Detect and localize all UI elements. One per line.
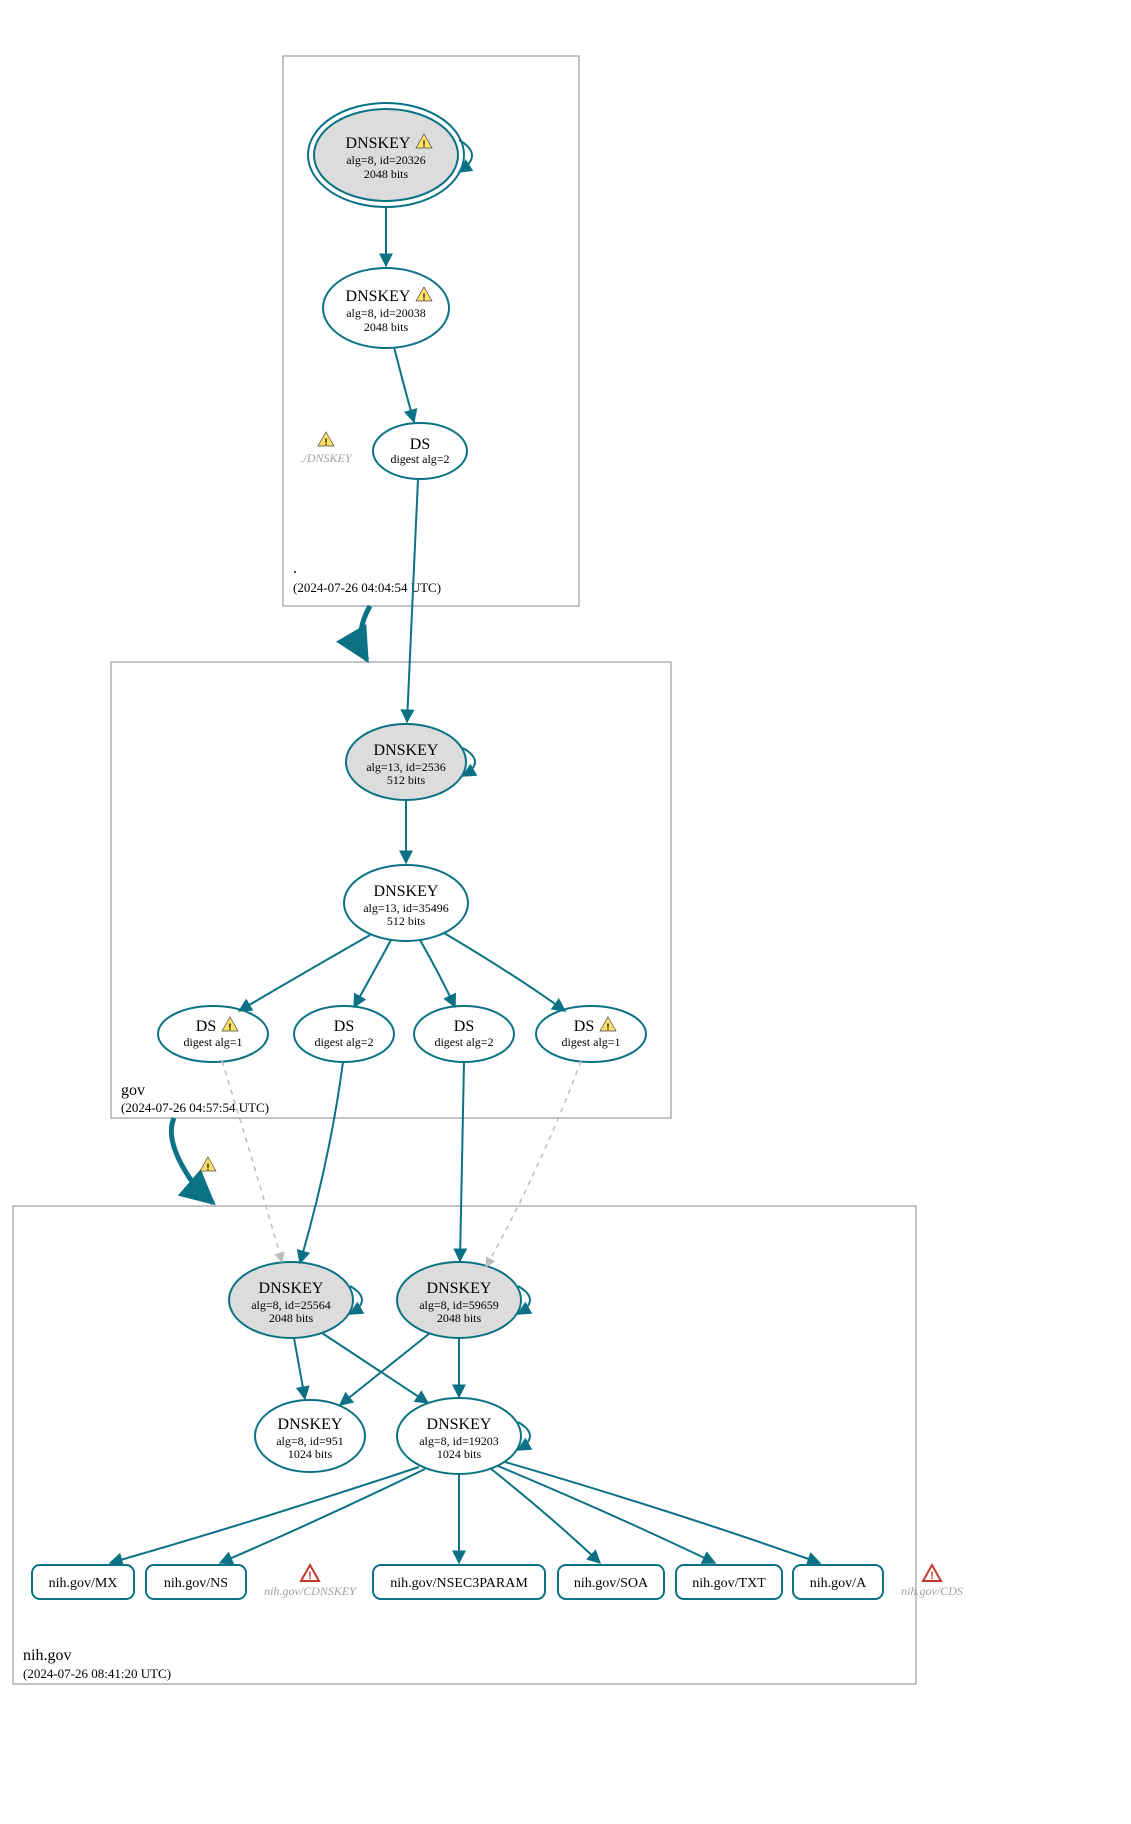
svg-text:DNSKEY: DNSKEY (259, 1280, 324, 1297)
svg-text:DS: DS (454, 1018, 474, 1035)
deleg-edge-root-gov (361, 606, 370, 660)
zone-ts-root: (2024-07-26 04:04:54 UTC) (293, 580, 441, 595)
node-gov-ds3[interactable]: DS digest alg=2 (414, 1006, 514, 1062)
edge-gov-zsk-ds2 (354, 940, 391, 1007)
svg-text:nih.gov/A: nih.gov/A (810, 1576, 867, 1591)
svg-text:1024 bits: 1024 bits (288, 1447, 333, 1461)
node-nih-zsk1[interactable]: DNSKEY alg=8, id=951 1024 bits (255, 1400, 365, 1472)
edge-nih-zsk2-soa (490, 1468, 600, 1563)
svg-text:DNSKEY: DNSKEY (427, 1416, 492, 1433)
svg-text:./DNSKEY: ./DNSKEY (300, 451, 352, 465)
edge-gov-ds4-nih-ksk2 (486, 1061, 581, 1267)
svg-text:nih.gov/MX: nih.gov/MX (49, 1576, 118, 1591)
svg-text:512 bits: 512 bits (387, 914, 426, 928)
edge-gov-zsk-ds4 (444, 933, 565, 1011)
svg-text:DS: DS (334, 1018, 354, 1035)
edge-nih-ksk2-zsk1 (340, 1333, 430, 1405)
node-gov-ds1[interactable]: DS digest alg=1 (158, 1006, 268, 1062)
edge-nih-ksk1-zsk2 (322, 1333, 428, 1403)
edge-root-ds-gov-ksk (407, 479, 418, 722)
svg-text:DNSKEY: DNSKEY (374, 742, 439, 759)
zone-name-root: . (293, 560, 297, 577)
svg-text:nih.gov/CDNSKEY: nih.gov/CDNSKEY (264, 1584, 357, 1598)
rec-ns[interactable]: nih.gov/NS (146, 1565, 246, 1599)
svg-text:alg=13, id=35496: alg=13, id=35496 (363, 901, 449, 915)
svg-text:DNSKEY: DNSKEY (278, 1416, 343, 1433)
svg-text:DNSKEY: DNSKEY (374, 883, 439, 900)
node-root-ksk[interactable]: DNSKEY alg=8, id=20326 2048 bits (308, 103, 464, 207)
node-nih-ksk2[interactable]: DNSKEY alg=8, id=59659 2048 bits (397, 1262, 521, 1338)
svg-text:alg=8, id=25564: alg=8, id=25564 (251, 1298, 331, 1312)
svg-text:digest alg=2: digest alg=2 (434, 1035, 493, 1049)
svg-text:alg=8, id=59659: alg=8, id=59659 (419, 1298, 499, 1312)
svg-text:nih.gov/NSEC3PARAM: nih.gov/NSEC3PARAM (390, 1576, 528, 1591)
node-nih-ksk1[interactable]: DNSKEY alg=8, id=25564 2048 bits (229, 1262, 353, 1338)
edge-gov-zsk-ds3 (420, 940, 455, 1007)
svg-text:nih.gov/SOA: nih.gov/SOA (574, 1576, 649, 1591)
node-gov-ds2[interactable]: DS digest alg=2 (294, 1006, 394, 1062)
svg-text:DS: DS (196, 1018, 216, 1035)
svg-text:alg=8, id=20038: alg=8, id=20038 (346, 306, 426, 320)
label-root-dnskey-missing: ./DNSKEY (300, 432, 352, 465)
zone-ts-nih: (2024-07-26 08:41:20 UTC) (23, 1666, 171, 1681)
node-root-zsk[interactable]: DNSKEY alg=8, id=20038 2048 bits (323, 268, 449, 348)
edge-gov-ds3-nih-ksk2 (460, 1062, 464, 1261)
label-nih-cdnskey: nih.gov/CDNSKEY (264, 1565, 357, 1598)
edge-nih-zsk2-mx (110, 1467, 419, 1563)
edge-nih-zsk2-a (505, 1462, 820, 1563)
edge-gov-ds2-nih-ksk1 (300, 1062, 343, 1263)
svg-text:2048 bits: 2048 bits (437, 1311, 482, 1325)
node-gov-ds4[interactable]: DS digest alg=1 (536, 1006, 646, 1062)
rec-a[interactable]: nih.gov/A (793, 1565, 883, 1599)
edge-nih-zsk2-txt (498, 1466, 715, 1563)
svg-text:DNSKEY: DNSKEY (427, 1280, 492, 1297)
node-gov-zsk[interactable]: DNSKEY alg=13, id=35496 512 bits (344, 865, 468, 941)
label-nih-cds: nih.gov/CDS (901, 1565, 963, 1598)
edge-gov-zsk-ds1 (239, 935, 370, 1011)
edge-nih-zsk2-ns (220, 1469, 425, 1563)
edge-gov-ds1-nih-ksk1 (222, 1061, 282, 1262)
svg-text:digest alg=2: digest alg=2 (314, 1035, 373, 1049)
svg-text:1024 bits: 1024 bits (437, 1447, 482, 1461)
svg-text:nih.gov/NS: nih.gov/NS (164, 1576, 228, 1591)
svg-text:DS: DS (574, 1018, 594, 1035)
svg-text:DS: DS (410, 436, 430, 453)
svg-text:DNSKEY: DNSKEY (346, 288, 411, 305)
zone-name-gov: gov (121, 1082, 145, 1099)
node-root-ds[interactable]: DS digest alg=2 (373, 423, 467, 479)
svg-text:nih.gov/CDS: nih.gov/CDS (901, 1584, 963, 1598)
rec-txt[interactable]: nih.gov/TXT (676, 1565, 782, 1599)
svg-text:digest alg=1: digest alg=1 (561, 1035, 620, 1049)
svg-text:alg=8, id=951: alg=8, id=951 (276, 1434, 344, 1448)
svg-text:digest alg=2: digest alg=2 (390, 452, 449, 466)
node-gov-ksk[interactable]: DNSKEY alg=13, id=2536 512 bits (346, 724, 466, 800)
zone-ts-gov: (2024-07-26 04:57:54 UTC) (121, 1100, 269, 1115)
svg-text:alg=8, id=19203: alg=8, id=19203 (419, 1434, 499, 1448)
rec-soa[interactable]: nih.gov/SOA (558, 1565, 664, 1599)
warning-icon (200, 1157, 216, 1172)
node-nih-zsk2[interactable]: DNSKEY alg=8, id=19203 1024 bits (397, 1398, 521, 1474)
svg-text:digest alg=1: digest alg=1 (183, 1035, 242, 1049)
svg-text:alg=8, id=20326: alg=8, id=20326 (346, 153, 426, 167)
svg-text:512 bits: 512 bits (387, 773, 426, 787)
svg-text:2048 bits: 2048 bits (269, 1311, 314, 1325)
svg-text:2048 bits: 2048 bits (364, 167, 409, 181)
edge-root-zsk-ds (394, 347, 414, 422)
rec-mx[interactable]: nih.gov/MX (32, 1565, 134, 1599)
zone-name-nih: nih.gov (23, 1647, 71, 1664)
rec-nsec3param[interactable]: nih.gov/NSEC3PARAM (373, 1565, 545, 1599)
edge-nih-ksk1-zsk1 (294, 1338, 305, 1399)
svg-text:nih.gov/TXT: nih.gov/TXT (692, 1576, 766, 1591)
svg-text:DNSKEY: DNSKEY (346, 135, 411, 152)
svg-text:2048 bits: 2048 bits (364, 320, 409, 334)
svg-text:alg=13, id=2536: alg=13, id=2536 (366, 760, 446, 774)
